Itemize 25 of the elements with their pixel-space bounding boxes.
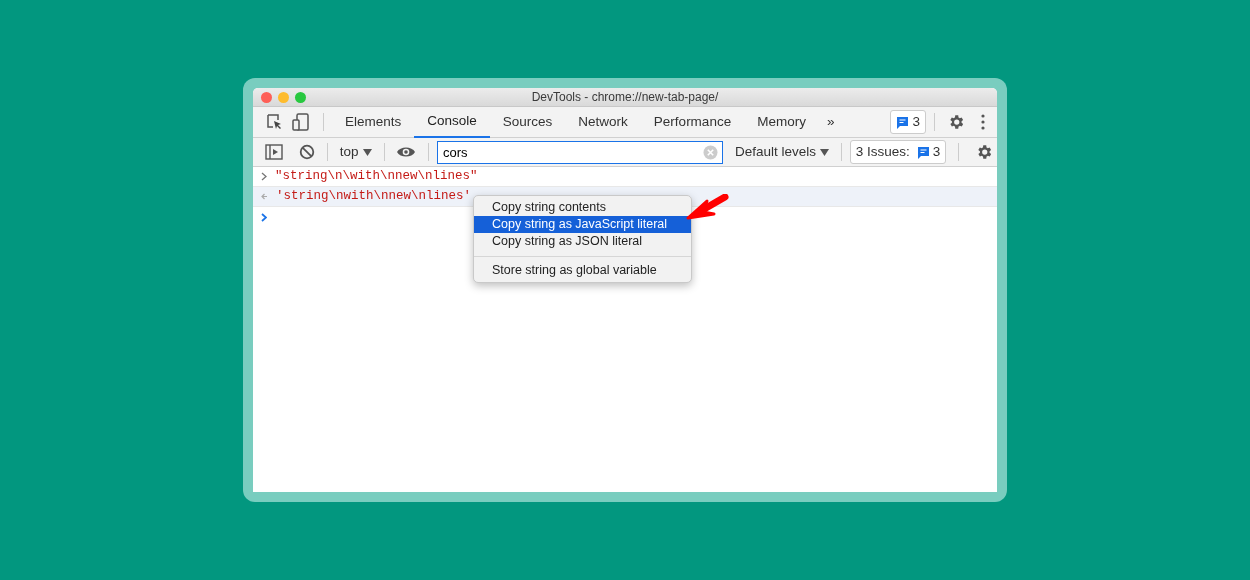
panel-tab[interactable]: Sources xyxy=(489,106,566,138)
panel-tab[interactable]: Network xyxy=(565,106,641,138)
panel-tab[interactable]: Memory xyxy=(744,106,819,138)
caret-icon xyxy=(820,148,829,156)
panel-tab[interactable]: Elements xyxy=(332,106,415,138)
message-icon xyxy=(916,145,930,159)
menu-item[interactable]: Copy string as JSON literal xyxy=(474,233,691,250)
panel-tab[interactable]: Performance xyxy=(640,106,745,138)
chevron-icon xyxy=(261,172,267,181)
prompt-icon xyxy=(261,212,267,222)
context-dropdown[interactable]: top xyxy=(335,141,376,163)
menu-item[interactable]: Copy string contents xyxy=(474,199,691,216)
window-title: DevTools - chrome://new-tab-page/ xyxy=(531,89,719,106)
message-icon xyxy=(896,115,910,129)
more-tabs-button[interactable]: » xyxy=(818,111,843,133)
filter-field[interactable]: cors xyxy=(436,140,723,164)
console-string: 'string\nwith\nnew\nlines' xyxy=(276,188,472,206)
result-arrow-icon xyxy=(261,192,268,201)
levels-dropdown[interactable]: Default levels xyxy=(730,141,833,163)
menu-item[interactable]: Store string as global variable xyxy=(474,262,691,279)
caret-icon xyxy=(362,148,372,156)
console-string: "string\n\with\nnew\nlines" xyxy=(275,168,478,186)
issues-button[interactable]: 3 Issues: 3 xyxy=(849,139,947,165)
messages-badge[interactable]: 3 xyxy=(890,109,926,135)
menu-item[interactable]: Copy string as JavaScript literal xyxy=(474,216,691,233)
